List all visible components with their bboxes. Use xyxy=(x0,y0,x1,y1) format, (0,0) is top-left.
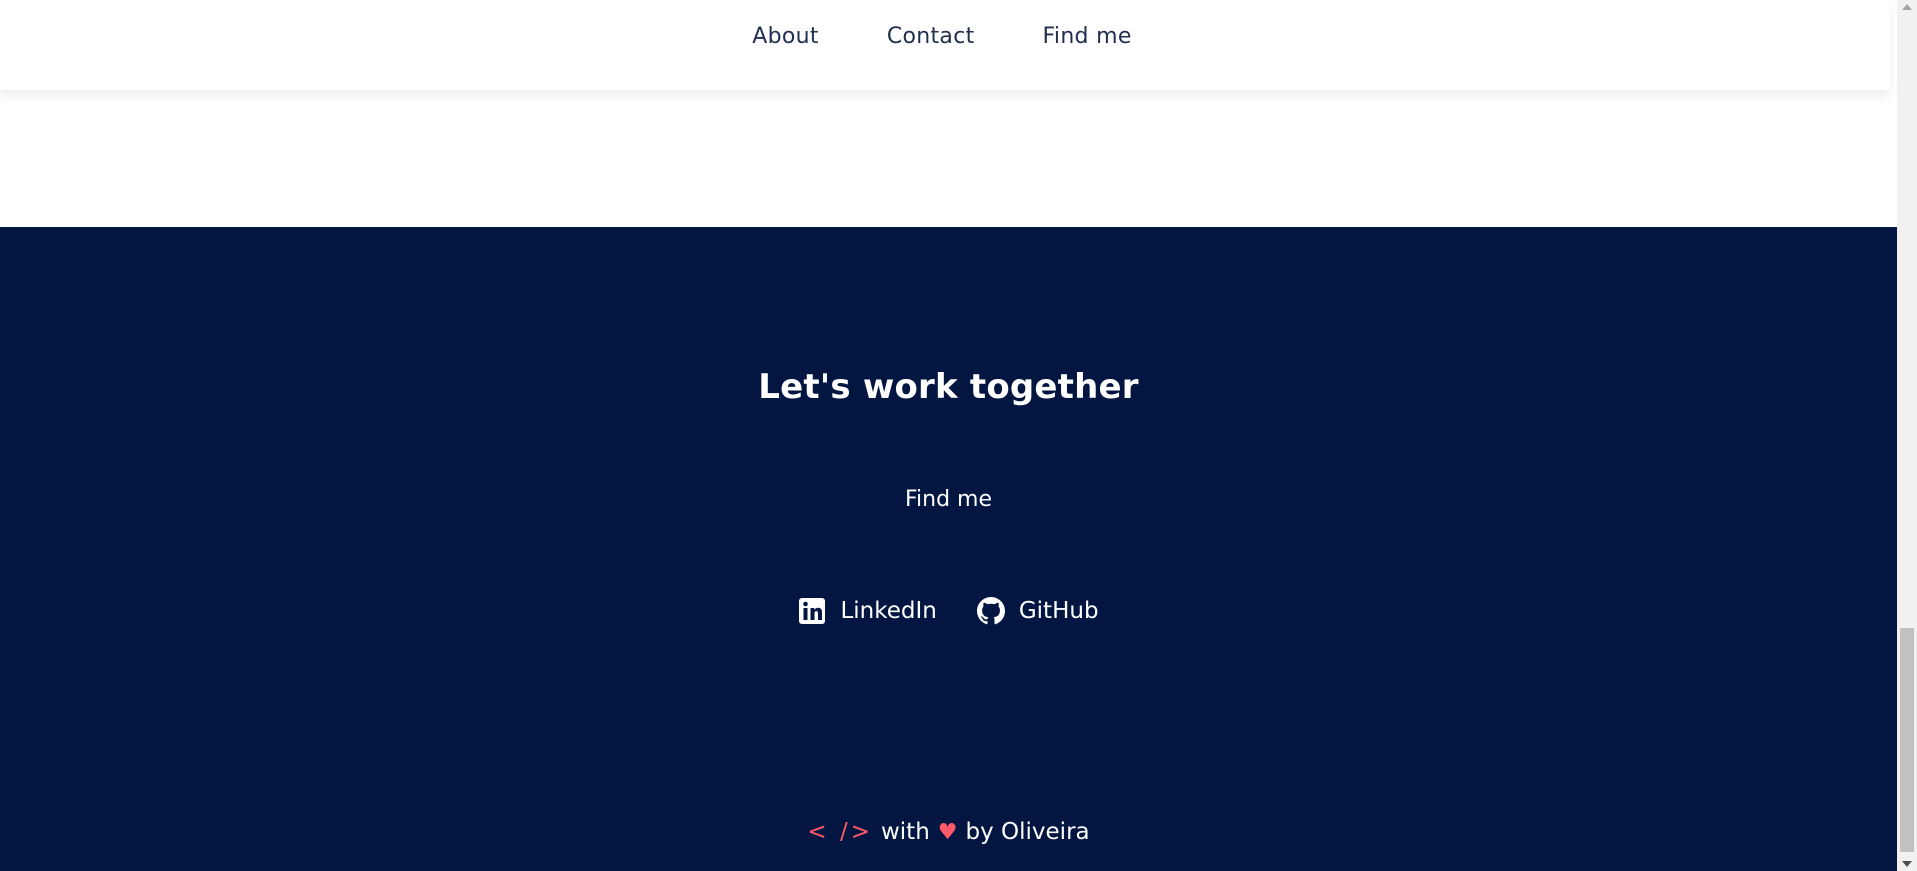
nav-link-find-me[interactable]: Find me xyxy=(1043,24,1132,49)
heart-icon: ♥ xyxy=(937,820,958,845)
nav-links: About Contact Find me xyxy=(0,24,1890,49)
top-navbar: About Contact Find me xyxy=(0,0,1890,90)
linkedin-label: LinkedIn xyxy=(840,598,937,624)
scroll-down-arrow-icon[interactable] xyxy=(1902,861,1912,867)
social-links: LinkedIn GitHub xyxy=(0,597,1897,625)
nav-link-contact[interactable]: Contact xyxy=(887,24,975,49)
find-me-heading: Find me xyxy=(904,487,993,512)
linkedin-link[interactable]: LinkedIn xyxy=(798,597,937,625)
credit-with-text: with xyxy=(880,819,930,845)
vertical-scrollbar[interactable] xyxy=(1897,0,1917,871)
page: About Contact Find me Let's work togethe… xyxy=(0,0,1897,871)
github-link[interactable]: GitHub xyxy=(976,597,1099,625)
nav-link-about[interactable]: About xyxy=(752,24,819,49)
scrollbar-thumb[interactable] xyxy=(1900,628,1914,852)
scroll-up-arrow-icon[interactable] xyxy=(1902,4,1912,10)
footer-headline: Let's work together xyxy=(758,367,1139,407)
footer-credit: < /> with ♥ by Oliveira xyxy=(0,819,1897,845)
github-label: GitHub xyxy=(1018,598,1099,624)
code-icon: < /> xyxy=(807,819,873,845)
credit-author: by Oliveira xyxy=(965,819,1090,845)
contact-footer: Let's work together Find me LinkedIn Git… xyxy=(0,227,1897,871)
linkedin-icon xyxy=(798,597,826,625)
browser-viewport: About Contact Find me Let's work togethe… xyxy=(0,0,1917,871)
github-icon xyxy=(976,597,1005,625)
